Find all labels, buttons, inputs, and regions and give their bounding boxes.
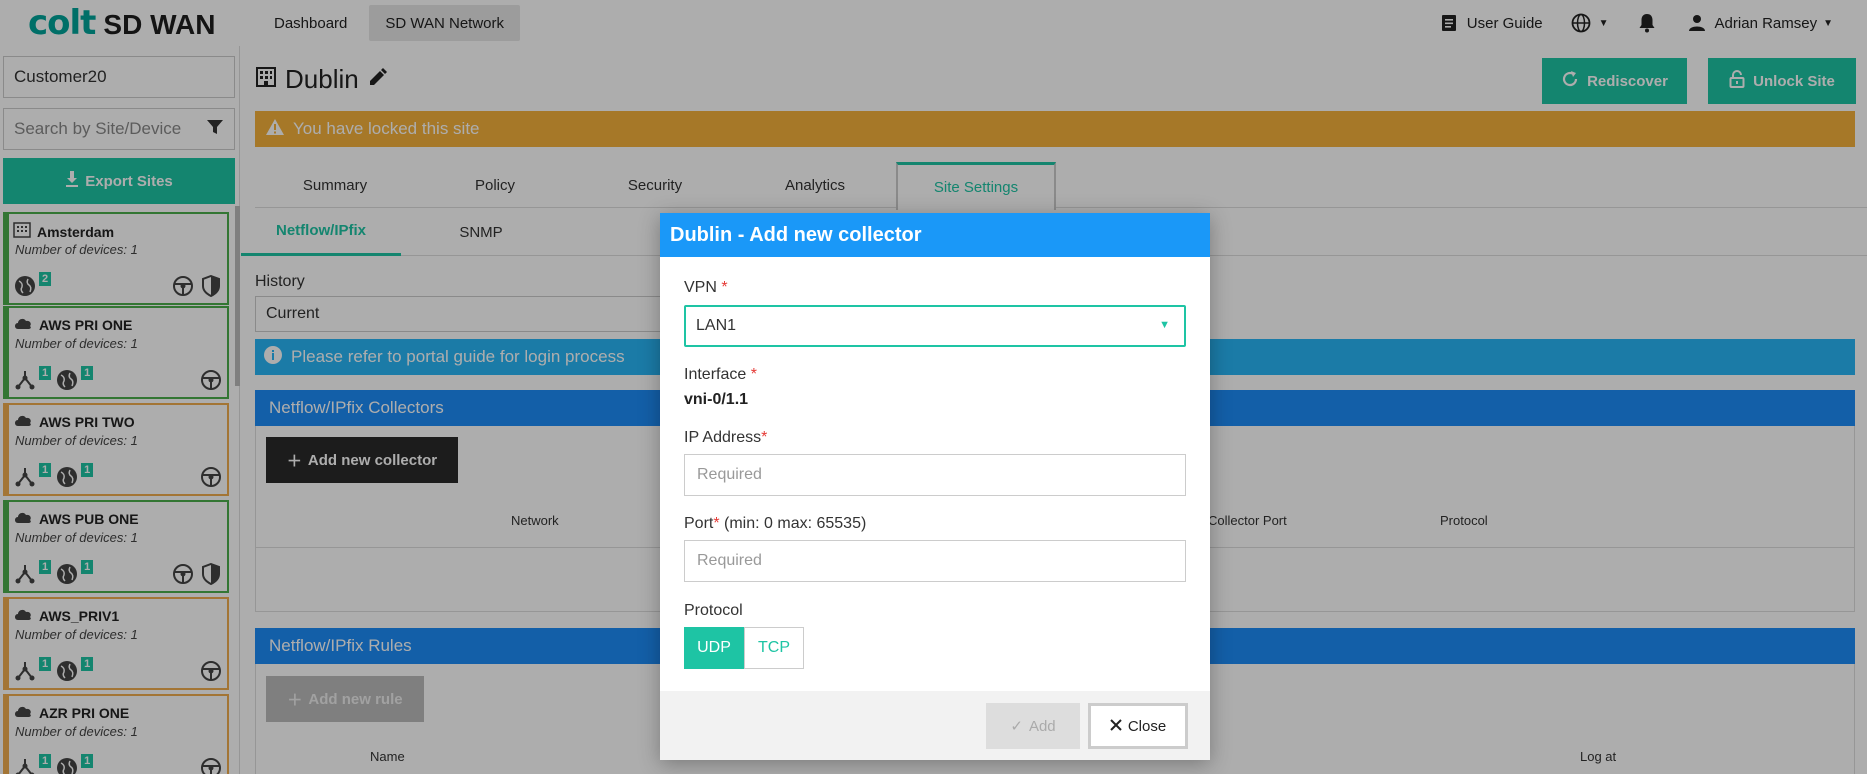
vpn-label: VPN *	[684, 279, 728, 297]
dialog-title: Dublin - Add new collector	[660, 213, 1210, 257]
dialog-body: VPN * LAN1 ▼ Interface * vni-0/1.1 IP Ad…	[660, 257, 1210, 691]
interface-value: vni-0/1.1	[684, 391, 749, 408]
ip-address-label: IP Address*	[684, 429, 767, 447]
close-icon	[1110, 718, 1122, 735]
port-input[interactable]: Required	[684, 540, 1186, 582]
dropdown-caret-icon: ▼	[1159, 319, 1170, 331]
add-collector-dialog: Dublin - Add new collector VPN * LAN1 ▼ …	[660, 213, 1210, 760]
protocol-toggle-group: UDP TCP	[684, 627, 804, 669]
protocol-udp-button[interactable]: UDP	[684, 627, 744, 669]
vpn-selected-value: LAN1	[696, 317, 737, 334]
protocol-label: Protocol	[684, 602, 743, 619]
add-button[interactable]: ✓ Add	[986, 703, 1080, 749]
required-marker: *	[721, 279, 728, 296]
vpn-label-text: VPN	[684, 279, 717, 296]
protocol-tcp-button[interactable]: TCP	[744, 627, 804, 669]
check-icon: ✓	[1010, 718, 1023, 735]
port-label: Port* (min: 0 max: 65535)	[684, 515, 866, 533]
interface-label-text: Interface	[684, 366, 747, 383]
close-button[interactable]: Close	[1088, 703, 1188, 749]
port-range-hint: (min: 0 max: 65535)	[719, 515, 867, 532]
vpn-select[interactable]: LAN1 ▼	[684, 305, 1186, 347]
required-marker: *	[750, 366, 757, 383]
add-button-label: Add	[1028, 717, 1056, 735]
ip-address-label-text: IP Address	[684, 429, 762, 446]
ip-address-input[interactable]: Required	[684, 454, 1186, 496]
interface-label: Interface *	[684, 366, 757, 384]
dialog-footer: ✓ Add Close	[660, 691, 1210, 760]
required-marker: *	[761, 429, 768, 446]
close-button-label: Close	[1127, 717, 1167, 735]
port-label-text: Port	[684, 515, 714, 532]
